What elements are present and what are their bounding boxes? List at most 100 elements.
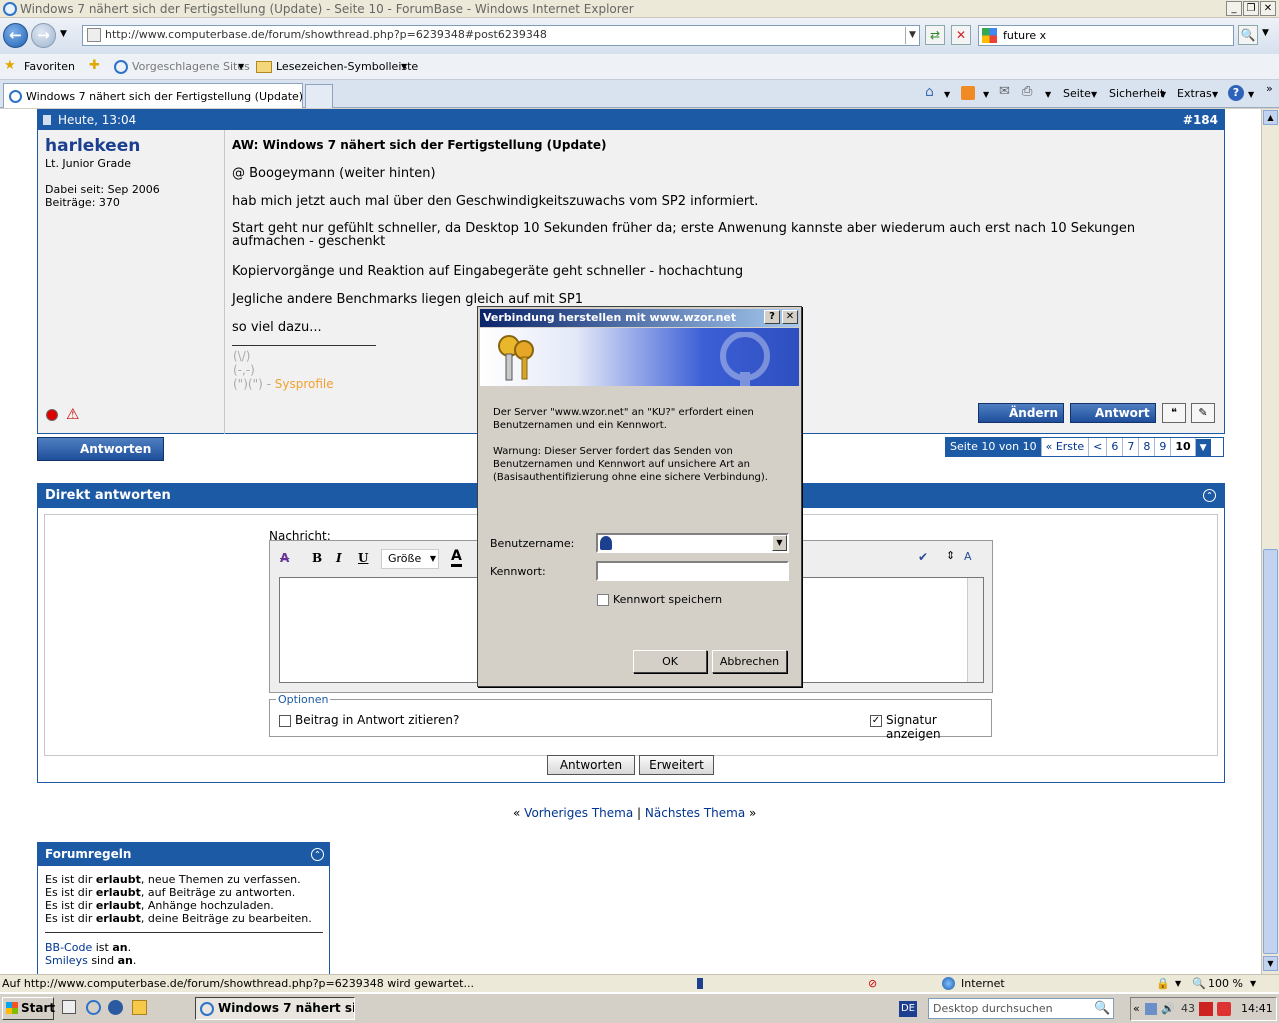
clock[interactable]: 14:41 <box>1241 998 1273 1020</box>
extras-menu-dropdown-icon[interactable]: ▼ <box>1212 90 1218 99</box>
zone-dropdown-icon[interactable]: ▼ <box>1175 975 1181 992</box>
scroll-up-icon[interactable]: ▲ <box>1263 110 1278 125</box>
search-options-icon[interactable]: ▼ <box>1262 28 1269 38</box>
username-dropdown-icon[interactable]: ▼ <box>772 535 787 551</box>
security-zone[interactable]: Internet <box>961 975 1005 992</box>
tab-active[interactable]: Windows 7 nähert sich der Fertigstellung… <box>3 83 303 108</box>
dialog-ok-button[interactable]: OK <box>633 650 707 673</box>
zoom-icon[interactable]: 🔍 <box>1192 975 1206 992</box>
quote-multi-icon[interactable]: ❝ <box>1162 403 1186 423</box>
address-input[interactable]: http://www.computerbase.de/forum/showthr… <box>105 28 547 41</box>
vertical-scrollbar[interactable]: ▲ ▼ <box>1261 109 1279 974</box>
italic-icon[interactable]: I <box>336 551 342 565</box>
rss-icon[interactable] <box>961 86 975 100</box>
remove-format-icon[interactable]: A <box>280 551 289 565</box>
remember-password-checkbox[interactable] <box>597 594 609 606</box>
back-button[interactable]: ← <box>3 23 28 48</box>
help-icon[interactable]: ? <box>1228 85 1244 101</box>
pager-prev[interactable]: < <box>1089 438 1108 456</box>
address-bar[interactable]: http://www.computerbase.de/forum/showthr… <box>82 25 920 46</box>
mail-icon[interactable]: ✉ <box>999 84 1010 99</box>
username-field[interactable]: ▼ <box>596 533 789 553</box>
password-field[interactable] <box>596 561 789 581</box>
media-player-icon[interactable] <box>108 1000 123 1015</box>
print-icon[interactable]: ⎙ <box>1022 84 1032 99</box>
minimize-button[interactable]: _ <box>1226 1 1242 16</box>
volume-icon[interactable]: 🔊 <box>1161 998 1175 1020</box>
history-dropdown-icon[interactable]: ▼ <box>60 29 67 39</box>
dialog-close-button[interactable]: ✕ <box>782 310 798 324</box>
sysprofile-link[interactable]: Sysprofile <box>275 377 334 391</box>
language-indicator[interactable]: DE <box>899 1001 917 1017</box>
favorites-star-icon[interactable]: ★ <box>4 58 16 73</box>
tray-expand-icon[interactable]: « <box>1133 998 1140 1020</box>
textarea-scrollbar[interactable] <box>967 578 983 682</box>
network-icon[interactable] <box>1145 1003 1157 1015</box>
reply-thread-button[interactable]: Antworten <box>37 437 164 461</box>
rss-dropdown-icon[interactable]: ▼ <box>983 90 989 99</box>
pager-page[interactable]: 7 <box>1123 438 1140 456</box>
forward-button[interactable]: → <box>31 23 56 48</box>
chevron-more-icon[interactable]: » <box>1266 82 1273 95</box>
post-author[interactable]: harlekeen <box>45 136 140 156</box>
start-button[interactable]: Start <box>2 997 55 1020</box>
scroll-thumb[interactable] <box>1263 549 1278 954</box>
submit-reply-button[interactable]: Antworten <box>547 755 635 775</box>
show-desktop-icon[interactable] <box>62 1000 76 1014</box>
suggested-sites-link[interactable]: Vorgeschlagene Sites <box>132 60 250 73</box>
report-post-icon[interactable]: ⚠ <box>66 405 79 423</box>
favorites-button[interactable]: Favoriten <box>24 60 75 73</box>
text-color-icon[interactable]: A <box>451 548 462 567</box>
pager-page[interactable]: 8 <box>1139 438 1156 456</box>
taskbar-item-ie[interactable]: Windows 7 nähert sic... <box>195 997 355 1020</box>
zoom-dropdown-icon[interactable]: ▼ <box>1250 975 1256 992</box>
page-menu-dropdown-icon[interactable]: ▼ <box>1091 90 1097 99</box>
safety-menu[interactable]: Sicherheit <box>1109 87 1164 100</box>
print-dropdown-icon[interactable]: ▼ <box>1045 90 1051 99</box>
bookmarks-toolbar-link[interactable]: Lesezeichen-Symbolleiste <box>276 60 418 73</box>
tray-app2-icon[interactable] <box>1217 1002 1231 1016</box>
dialog-cancel-button[interactable]: Abbrechen <box>712 650 787 673</box>
page-menu[interactable]: Seite <box>1063 87 1091 100</box>
quote-checkbox[interactable] <box>279 715 291 727</box>
home-dropdown-icon[interactable]: ▼ <box>944 90 950 99</box>
search-box[interactable]: future x <box>978 25 1234 46</box>
collapse-icon[interactable]: ⌃ <box>1203 489 1216 502</box>
advanced-reply-button[interactable]: Erweitert <box>639 755 714 775</box>
tray-app-icon[interactable] <box>1199 1002 1213 1016</box>
desktop-search-icon[interactable]: 🔍 <box>1094 1001 1110 1016</box>
add-favorite-icon[interactable]: ✚ <box>89 58 100 73</box>
protected-mode-icon[interactable]: 🔒 <box>1156 975 1170 992</box>
bookmarks-dropdown-icon[interactable]: ▼ <box>401 62 407 71</box>
new-tab-button[interactable] <box>305 84 333 108</box>
search-input[interactable]: future x <box>1003 29 1046 42</box>
smileys-link[interactable]: Smileys <box>45 954 88 967</box>
previous-thread-link[interactable]: Vorheriges Thema <box>524 806 633 820</box>
safety-menu-dropdown-icon[interactable]: ▼ <box>1160 90 1166 99</box>
switch-editor-icon[interactable]: A <box>964 550 972 563</box>
dialog-help-button[interactable]: ? <box>764 310 780 324</box>
underline-icon[interactable]: U <box>358 551 368 565</box>
refresh-icon[interactable]: ⇄ <box>925 25 945 45</box>
home-icon[interactable]: ⌂ <box>925 84 934 100</box>
close-button[interactable]: ✕ <box>1260 1 1276 16</box>
next-thread-link[interactable]: Nächstes Thema <box>645 806 745 820</box>
post-number[interactable]: #184 <box>1183 110 1218 130</box>
rules-collapse-icon[interactable]: ⌃ <box>311 848 324 861</box>
spellcheck-icon[interactable]: ✔ <box>918 550 928 564</box>
extras-menu[interactable]: Extras <box>1177 87 1212 100</box>
search-icon[interactable]: 🔍 <box>1238 25 1258 45</box>
help-dropdown-icon[interactable]: ▼ <box>1248 90 1254 99</box>
reply-post-button[interactable]: Antwort <box>1070 403 1156 423</box>
resize-icon[interactable]: ⇕ <box>946 549 955 562</box>
suggested-dropdown-icon[interactable]: ▼ <box>238 62 244 71</box>
popup-blocker-icon[interactable]: ⊘ <box>868 975 877 992</box>
bbcode-link[interactable]: BB-Code <box>45 941 92 954</box>
quicklaunch-app-icon[interactable] <box>132 1000 147 1015</box>
maximize-button[interactable]: ❐ <box>1243 1 1259 16</box>
bold-icon[interactable]: B <box>312 551 322 565</box>
stop-icon[interactable]: ✕ <box>951 25 971 45</box>
edit-post-button[interactable]: Ändern <box>978 403 1064 423</box>
signature-checkbox[interactable]: ✓ <box>870 715 882 727</box>
scroll-down-icon[interactable]: ▼ <box>1263 956 1278 971</box>
